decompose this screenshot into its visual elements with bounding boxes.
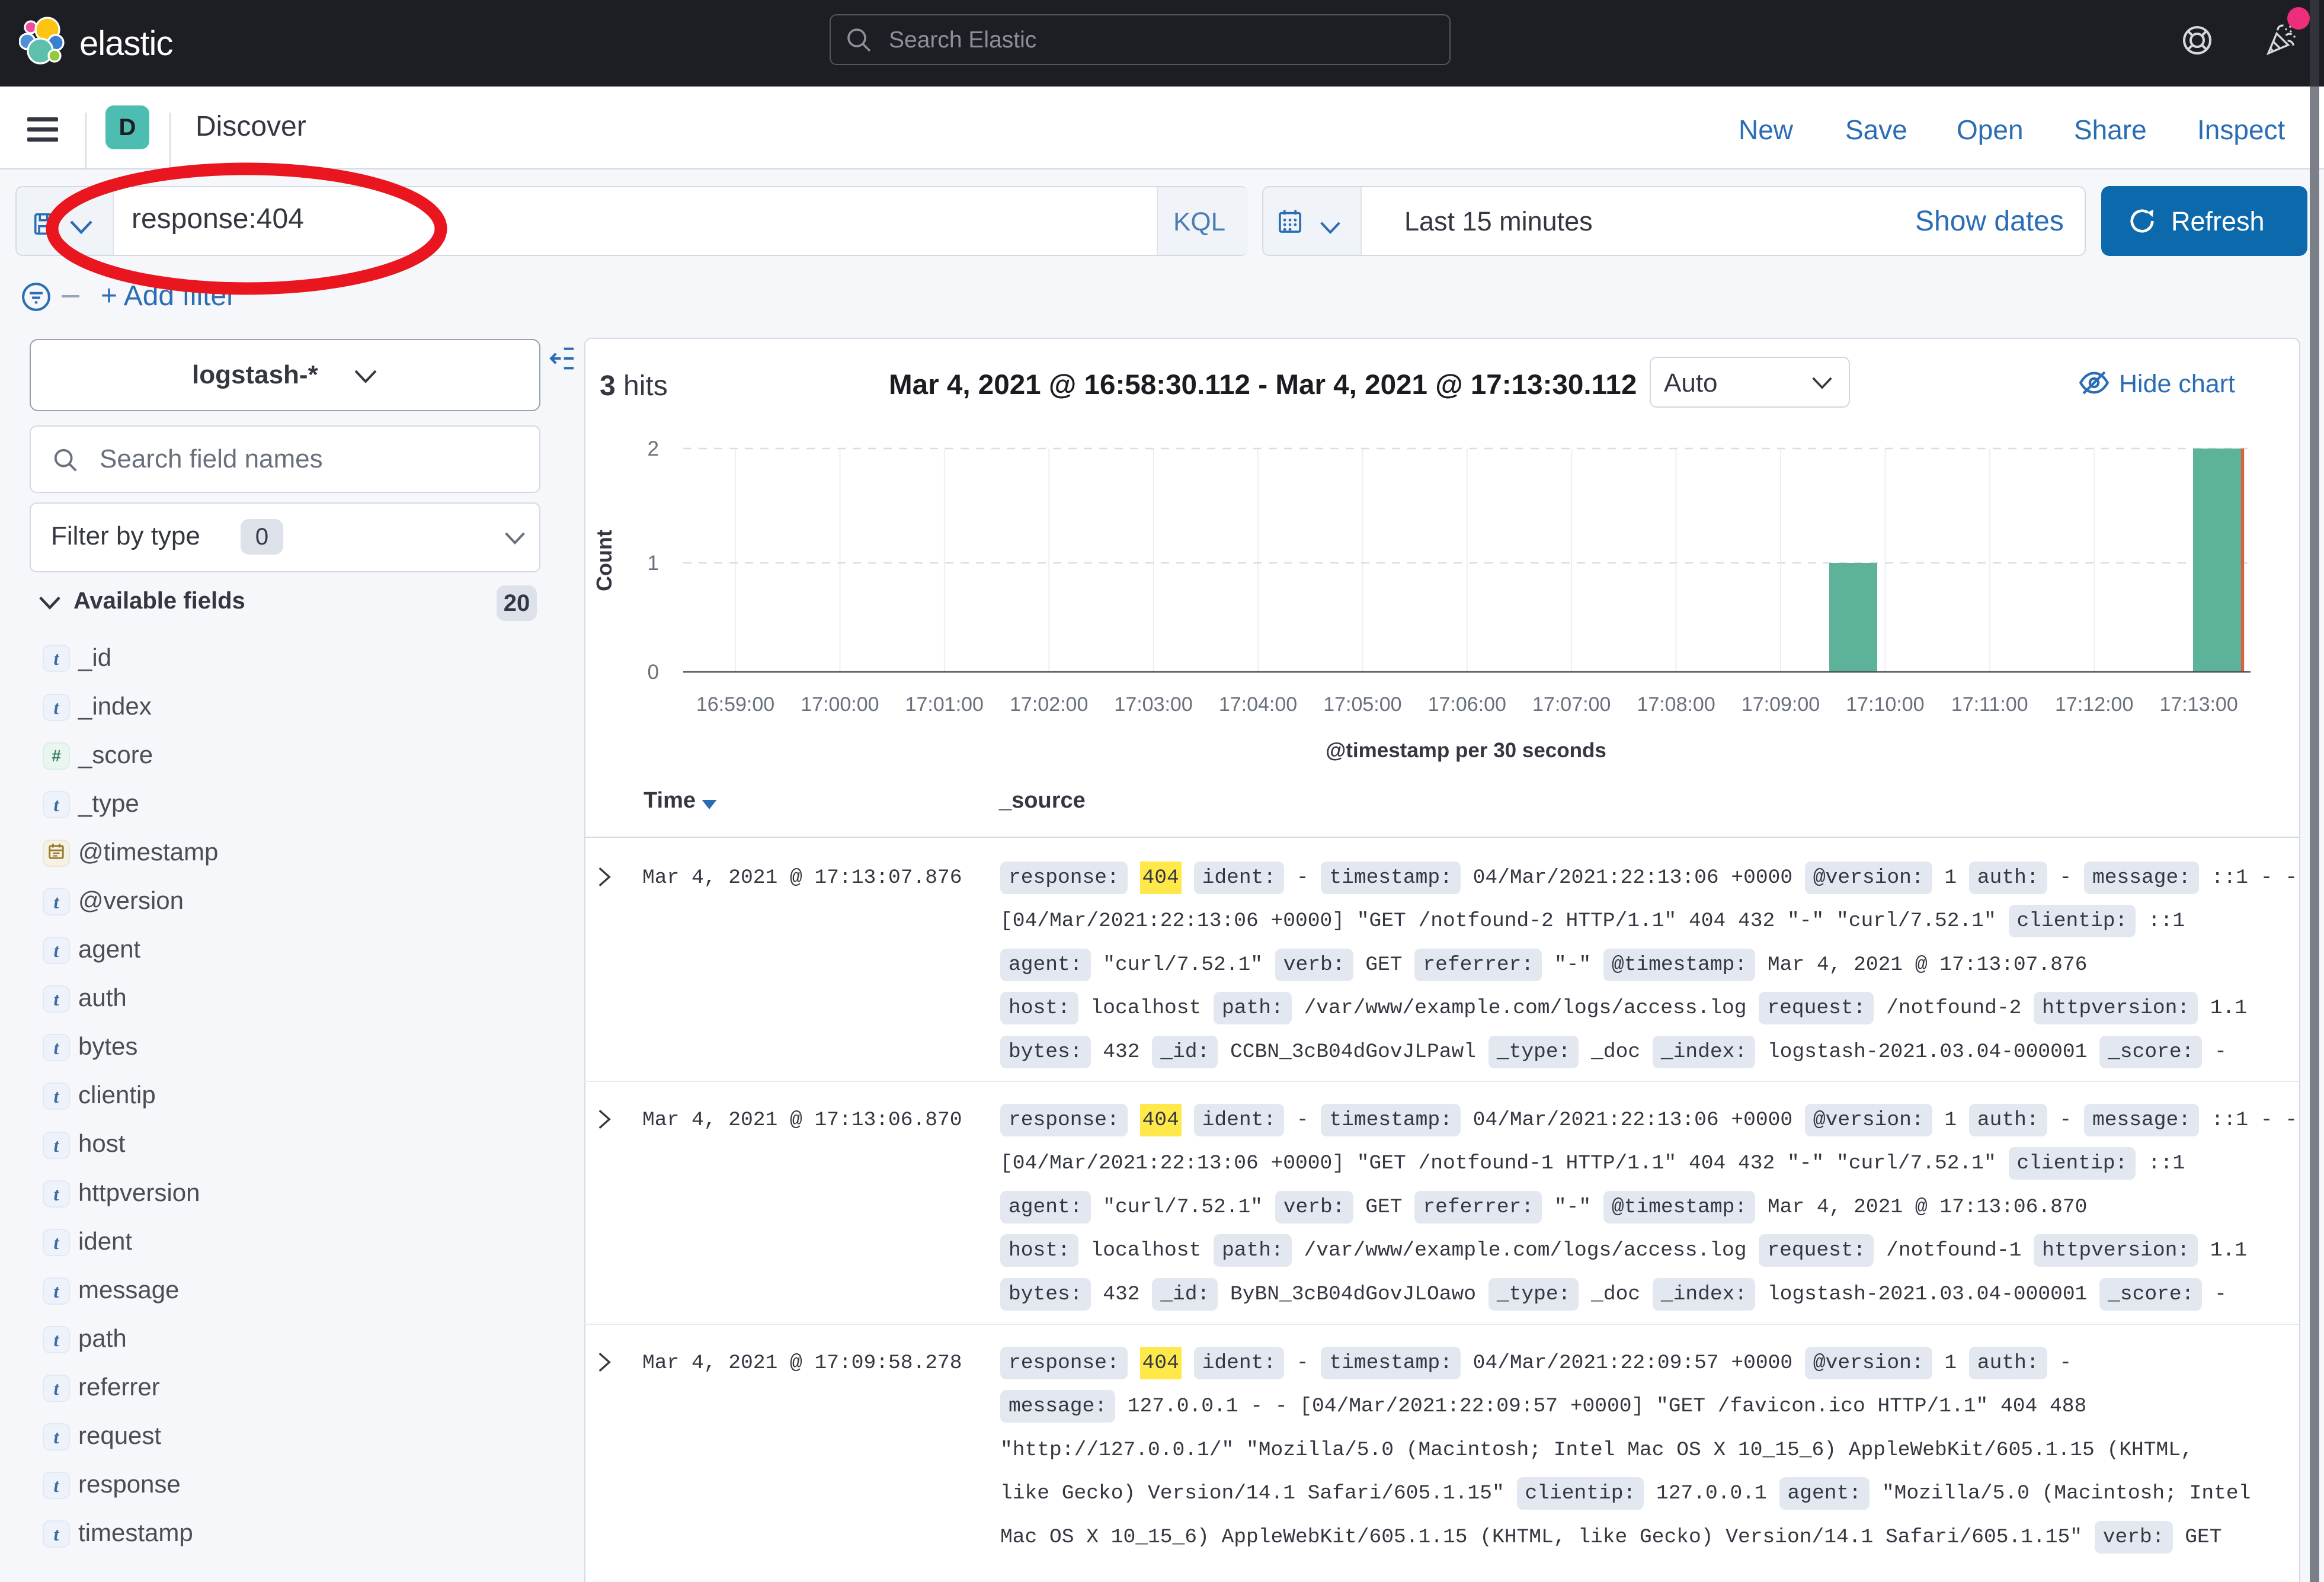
svg-text:17:04:00: 17:04:00 [1219, 693, 1297, 716]
svg-text:17:11:00: 17:11:00 [1951, 693, 2028, 716]
svg-text:17:10:00: 17:10:00 [1846, 693, 1924, 716]
svg-text:17:05:00: 17:05:00 [1323, 693, 1401, 716]
svg-text:16:59:00: 16:59:00 [696, 693, 774, 716]
svg-text:@timestamp per 30 seconds: @timestamp per 30 seconds [1326, 739, 1606, 762]
svg-text:1: 1 [648, 552, 659, 575]
svg-text:17:01:00: 17:01:00 [905, 693, 984, 716]
svg-text:2: 2 [648, 437, 659, 460]
svg-text:17:09:00: 17:09:00 [1742, 693, 1820, 716]
svg-text:17:13:00: 17:13:00 [2159, 693, 2237, 716]
svg-text:17:03:00: 17:03:00 [1114, 693, 1192, 716]
svg-text:Count: Count [592, 530, 616, 591]
svg-text:17:02:00: 17:02:00 [1010, 693, 1088, 716]
svg-text:17:12:00: 17:12:00 [2055, 693, 2133, 716]
svg-text:0: 0 [648, 661, 659, 684]
svg-text:17:07:00: 17:07:00 [1532, 693, 1611, 716]
svg-text:17:06:00: 17:06:00 [1428, 693, 1506, 716]
svg-text:17:00:00: 17:00:00 [801, 693, 879, 716]
svg-text:17:08:00: 17:08:00 [1637, 693, 1715, 716]
